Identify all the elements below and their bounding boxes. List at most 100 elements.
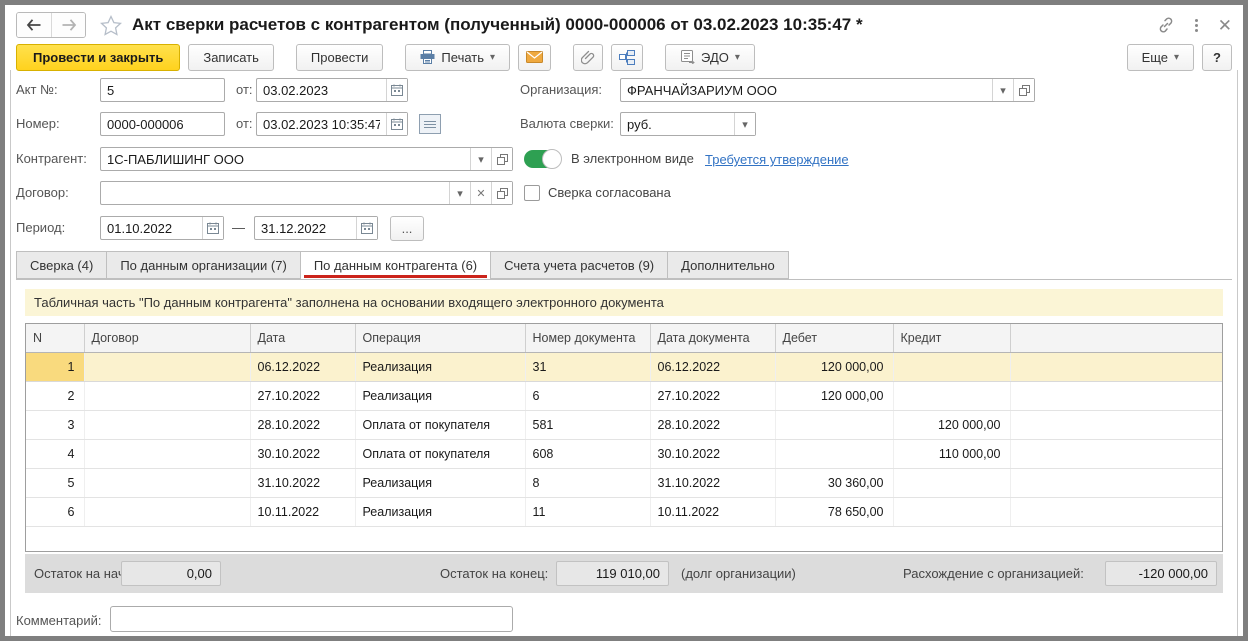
- electronic-toggle[interactable]: [524, 149, 562, 169]
- contract-field: ▾ ✕: [100, 181, 513, 205]
- col-contract[interactable]: Договор: [84, 324, 251, 353]
- get-link-icon[interactable]: [1157, 16, 1175, 34]
- open-icon[interactable]: [491, 182, 512, 204]
- page-title: Акт сверки расчетов с контрагентом (полу…: [132, 15, 863, 34]
- number-input[interactable]: [101, 113, 224, 135]
- act-no-field: [100, 78, 225, 102]
- number-label: Номер:: [16, 116, 60, 131]
- act-date-field: [256, 78, 408, 102]
- forward-button[interactable]: [51, 13, 85, 37]
- table-row[interactable]: 1 06.12.2022 Реализация 31 06.12.2022 12…: [26, 352, 1222, 382]
- favorite-star-icon[interactable]: [100, 14, 122, 36]
- tabbar: Сверка (4) По данным организации (7) По …: [16, 251, 1232, 280]
- dropdown-icon[interactable]: ▾: [734, 113, 755, 135]
- paperclip-icon: [581, 50, 595, 65]
- table-row[interactable]: 5 31.10.2022 Реализация 8 31.10.2022 30 …: [26, 468, 1222, 498]
- dropdown-icon: ▾: [734, 51, 740, 63]
- act-date-input[interactable]: [257, 79, 386, 101]
- period-from-input[interactable]: [101, 217, 202, 239]
- col-date[interactable]: Дата: [250, 324, 356, 353]
- comment-input[interactable]: [110, 606, 513, 632]
- col-debit[interactable]: Дебет: [775, 324, 894, 353]
- contract-input[interactable]: [101, 182, 449, 204]
- reconciliation-agreed-label: Сверка согласована: [548, 185, 671, 200]
- mail-button[interactable]: [518, 43, 552, 71]
- save-button[interactable]: Записать: [188, 43, 274, 71]
- period-dash: —: [232, 220, 245, 235]
- print-button[interactable]: Печать ▾: [405, 43, 511, 71]
- col-n[interactable]: N: [26, 324, 85, 353]
- number-from-label: от:: [236, 116, 253, 131]
- currency-field: ▾: [620, 112, 756, 136]
- tab-contractor-data[interactable]: По данным контрагента (6): [299, 251, 491, 280]
- reconciliation-agreed-checkbox[interactable]: [524, 185, 540, 201]
- contractor-data-table[interactable]: N Договор Дата Операция Номер документа …: [25, 323, 1223, 552]
- help-button[interactable]: ?: [1202, 43, 1232, 71]
- number-date-input[interactable]: [257, 113, 386, 135]
- calendar-icon[interactable]: [356, 217, 377, 239]
- back-button[interactable]: [17, 13, 51, 37]
- structure-button[interactable]: [611, 43, 644, 71]
- electronic-label: В электронном виде: [571, 151, 694, 166]
- difference-label: Расхождение с организацией:: [903, 566, 1084, 581]
- table-row[interactable]: 2 27.10.2022 Реализация 6 27.10.2022 120…: [26, 381, 1222, 411]
- print-label: Печать: [441, 49, 485, 65]
- currency-input[interactable]: [621, 113, 734, 135]
- close-icon[interactable]: ✕: [1218, 17, 1232, 34]
- calendar-icon[interactable]: [202, 217, 223, 239]
- col-operation[interactable]: Операция: [355, 324, 526, 353]
- organization-input[interactable]: [621, 79, 992, 101]
- col-doc-date[interactable]: Дата документа: [650, 324, 776, 353]
- tab-accounts[interactable]: Счета учета расчетов (9): [490, 251, 668, 279]
- col-credit[interactable]: Кредит: [893, 324, 1011, 353]
- period-to-input[interactable]: [255, 217, 356, 239]
- form-header: Акт №: от: Организация: ▾ Номер: от: Вал…: [5, 71, 1243, 253]
- col-empty: [1010, 324, 1222, 353]
- number-date-field: [256, 112, 408, 136]
- kebab-menu-icon[interactable]: [1191, 17, 1202, 34]
- comment-label: Комментарий:: [16, 613, 102, 628]
- closing-balance-value: 119 010,00: [556, 561, 669, 586]
- printer-icon: [420, 50, 435, 64]
- table-row[interactable]: 3 28.10.2022 Оплата от покупателя 581 28…: [26, 410, 1222, 440]
- period-to-field: [254, 216, 378, 240]
- totals-bar: Остаток на начало: 0,00 Остаток на конец…: [25, 554, 1223, 593]
- table-row[interactable]: 6 10.11.2022 Реализация 11 10.11.2022 78…: [26, 497, 1222, 527]
- dropdown-icon[interactable]: ▾: [470, 148, 491, 170]
- open-icon[interactable]: [491, 148, 512, 170]
- calendar-icon[interactable]: [386, 79, 407, 101]
- attachments-button[interactable]: [573, 43, 604, 71]
- title-actions: ✕: [1157, 16, 1232, 34]
- clear-icon[interactable]: ✕: [470, 182, 491, 204]
- open-icon[interactable]: [1013, 79, 1034, 101]
- post-button[interactable]: Провести: [295, 43, 384, 71]
- dropdown-icon[interactable]: ▾: [449, 182, 470, 204]
- period-label: Период:: [16, 220, 66, 235]
- edo-button[interactable]: ЭДО ▾: [665, 43, 755, 71]
- period-from-field: [100, 216, 224, 240]
- opening-balance-value: 0,00: [121, 561, 221, 586]
- act-from-label: от:: [236, 82, 253, 97]
- dropdown-icon[interactable]: ▾: [992, 79, 1013, 101]
- period-more-button[interactable]: ...: [390, 216, 424, 241]
- contractor-label: Контрагент:: [16, 151, 87, 166]
- act-no-label: Акт №:: [16, 82, 58, 97]
- tab-additional[interactable]: Дополнительно: [667, 251, 789, 279]
- closing-balance-label: Остаток на конец:: [440, 566, 549, 581]
- difference-value: -120 000,00: [1105, 561, 1217, 586]
- more-button[interactable]: Еще ▾: [1126, 43, 1195, 71]
- history-icon[interactable]: [419, 114, 441, 134]
- nav-history-group: [16, 12, 86, 38]
- post-and-close-button[interactable]: Провести и закрыть: [16, 43, 181, 71]
- calendar-icon[interactable]: [386, 113, 407, 135]
- contractor-input[interactable]: [101, 148, 470, 170]
- col-doc-no[interactable]: Номер документа: [525, 324, 651, 353]
- back-icon: [26, 19, 42, 31]
- approval-required-link[interactable]: Требуется утверждение: [705, 152, 849, 167]
- table-row[interactable]: 4 30.10.2022 Оплата от покупателя 608 30…: [26, 439, 1222, 469]
- tab-sverka[interactable]: Сверка (4): [16, 251, 107, 279]
- contract-label: Договор:: [16, 185, 69, 200]
- document-window: Акт сверки расчетов с контрагентом (полу…: [0, 0, 1248, 641]
- act-no-input[interactable]: [101, 79, 224, 101]
- tab-org-data[interactable]: По данным организации (7): [106, 251, 300, 279]
